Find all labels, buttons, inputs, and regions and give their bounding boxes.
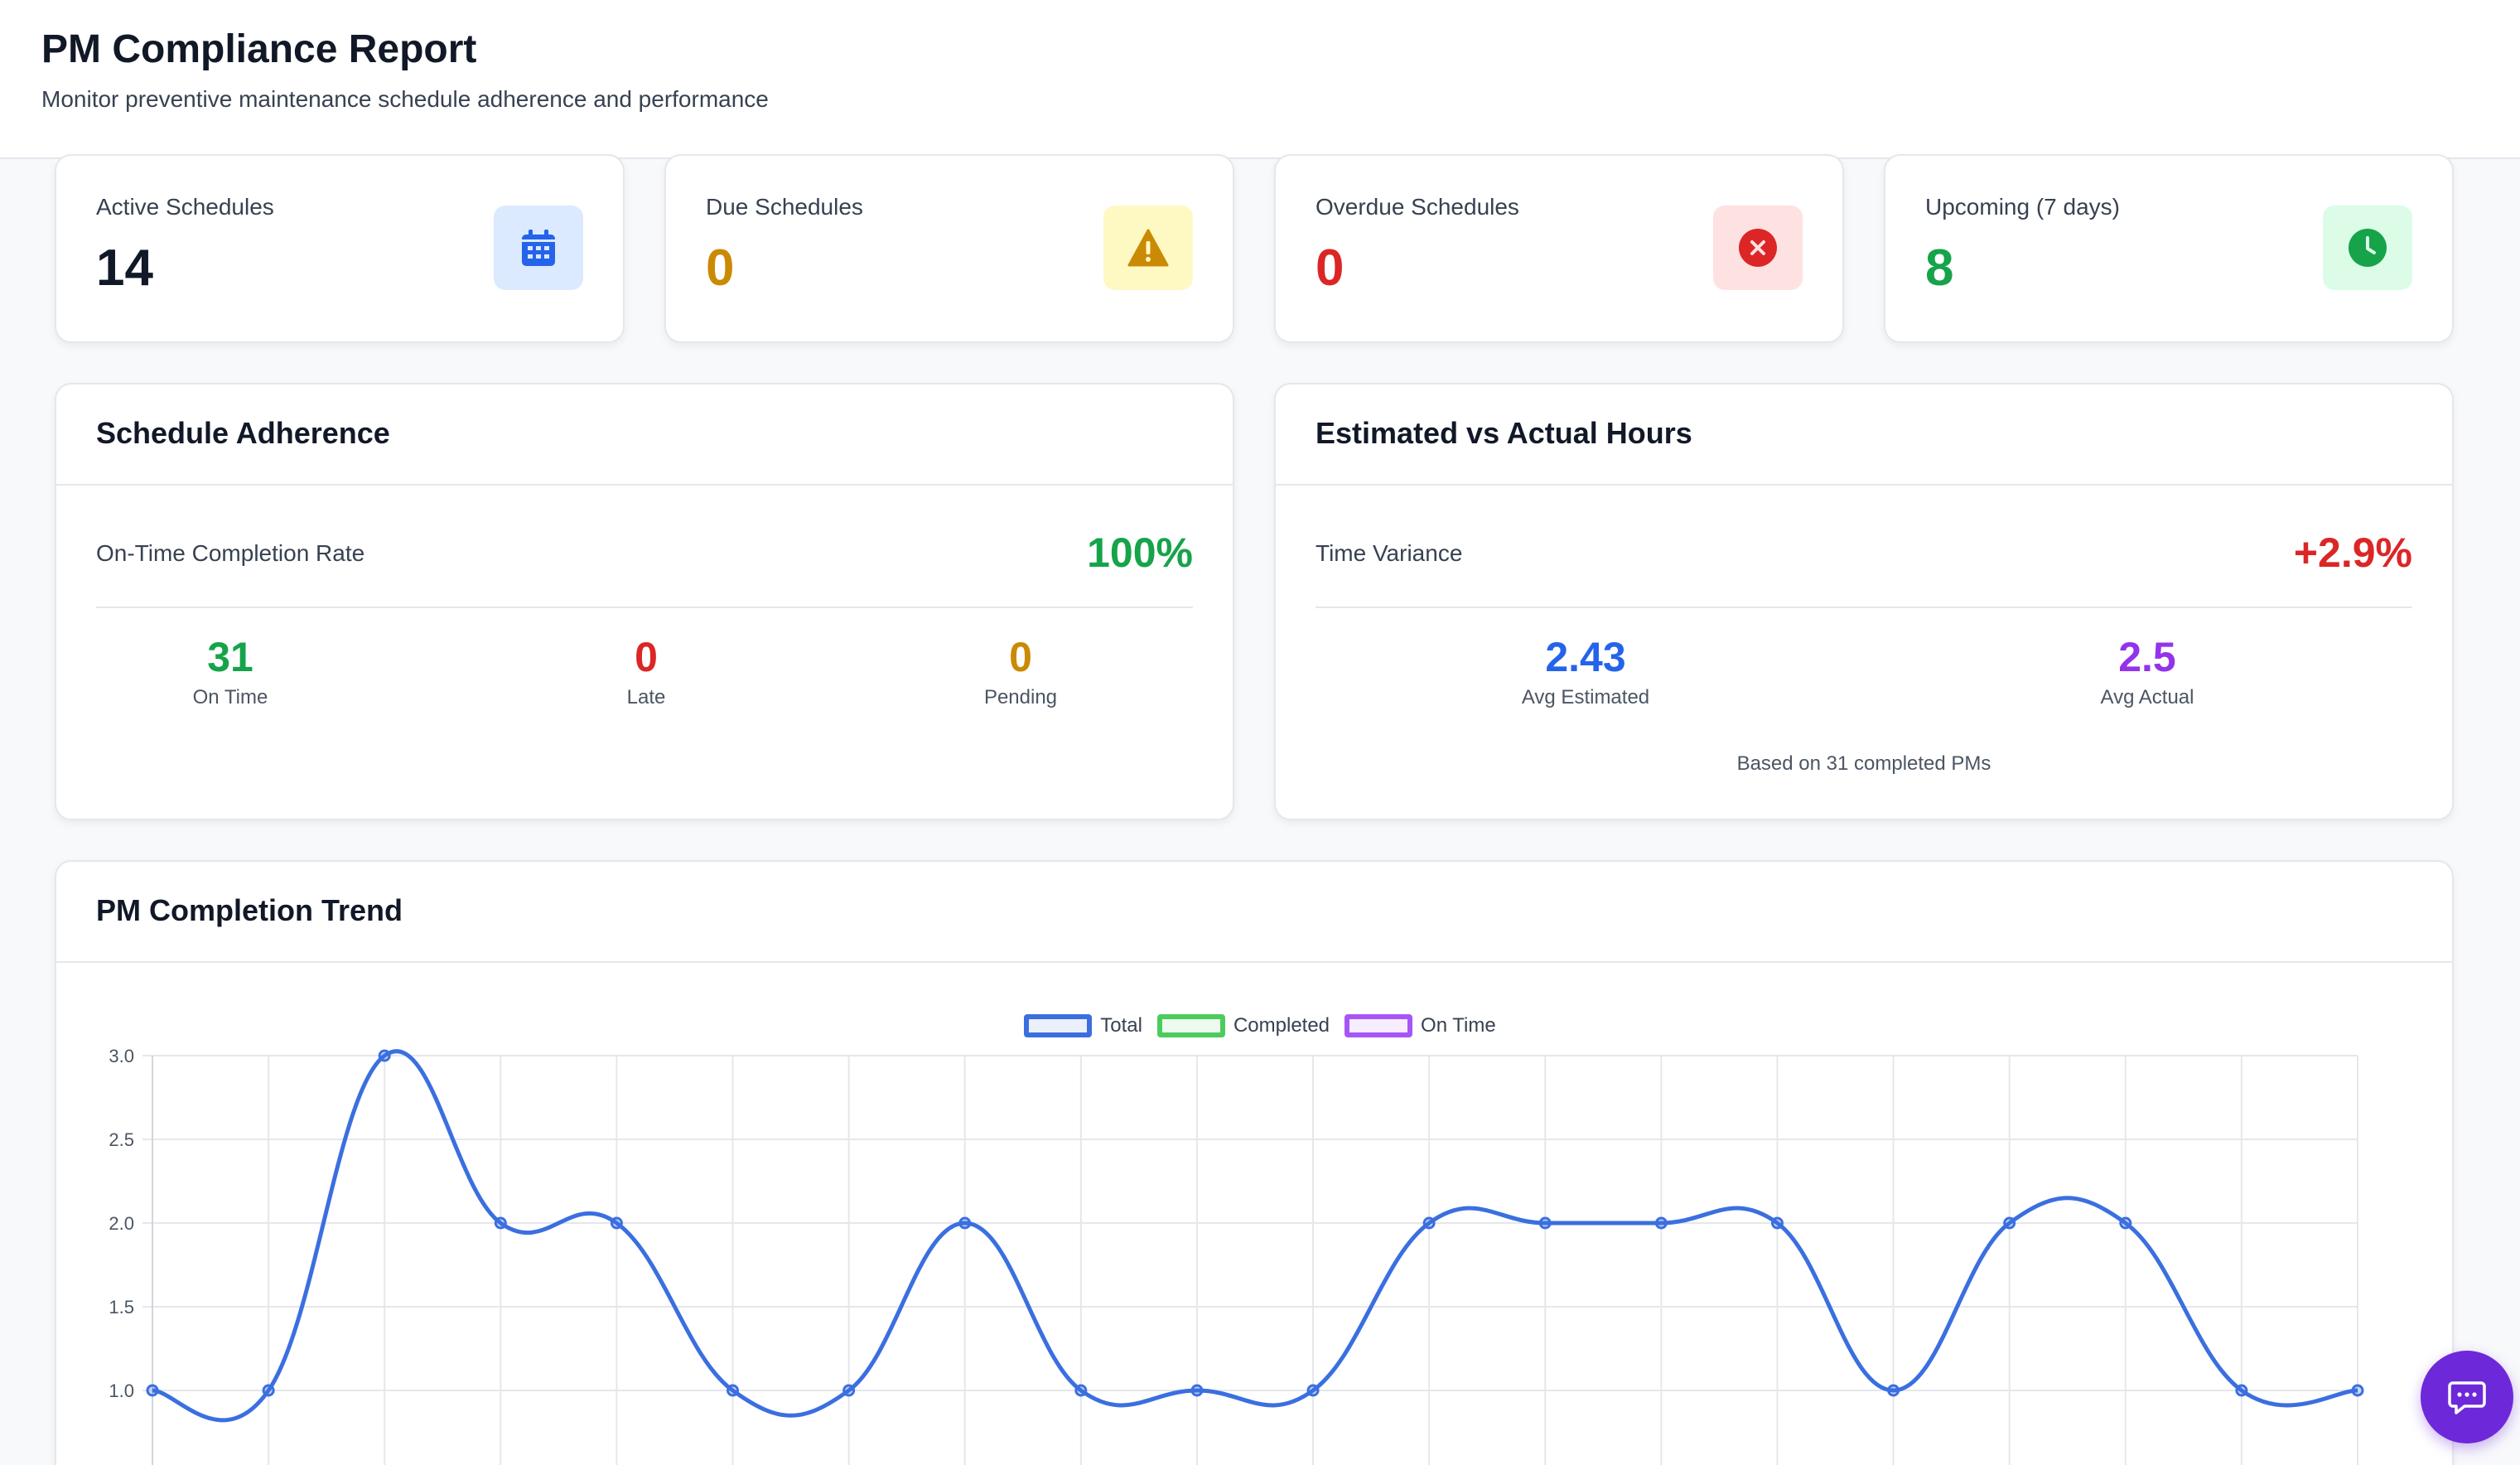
data-point[interactable] (1770, 1216, 1784, 1230)
data-point[interactable] (1422, 1216, 1436, 1230)
chat-icon (2448, 1381, 2486, 1414)
data-point[interactable] (1190, 1384, 1204, 1397)
data-point[interactable] (1887, 1384, 1900, 1397)
completion-trend-chart: 3.02.52.01.51.00.5 (109, 1046, 2364, 1465)
y-tick-label: 1.0 (109, 1380, 134, 1401)
y-tick-label: 2.5 (109, 1129, 134, 1150)
data-point[interactable] (262, 1384, 275, 1397)
data-point[interactable] (2235, 1384, 2248, 1397)
data-point[interactable] (1654, 1216, 1668, 1230)
data-point[interactable] (1538, 1216, 1552, 1230)
series-line-0 (152, 1049, 2358, 1423)
data-point[interactable] (494, 1216, 507, 1230)
chat-button[interactable] (2421, 1351, 2513, 1443)
data-point[interactable] (842, 1384, 856, 1397)
data-point[interactable] (146, 1384, 159, 1397)
data-point[interactable] (958, 1216, 972, 1230)
y-tick-label: 1.5 (109, 1297, 134, 1318)
y-tick-label: 3.0 (109, 1046, 134, 1066)
data-point[interactable] (610, 1216, 623, 1230)
data-point[interactable] (2119, 1216, 2132, 1230)
data-point[interactable] (1306, 1384, 1320, 1397)
data-point[interactable] (1074, 1384, 1088, 1397)
y-tick-label: 2.0 (109, 1213, 134, 1234)
data-point[interactable] (2003, 1216, 2016, 1230)
data-point[interactable] (378, 1049, 391, 1062)
data-point[interactable] (727, 1384, 740, 1397)
data-point[interactable] (2351, 1384, 2364, 1397)
